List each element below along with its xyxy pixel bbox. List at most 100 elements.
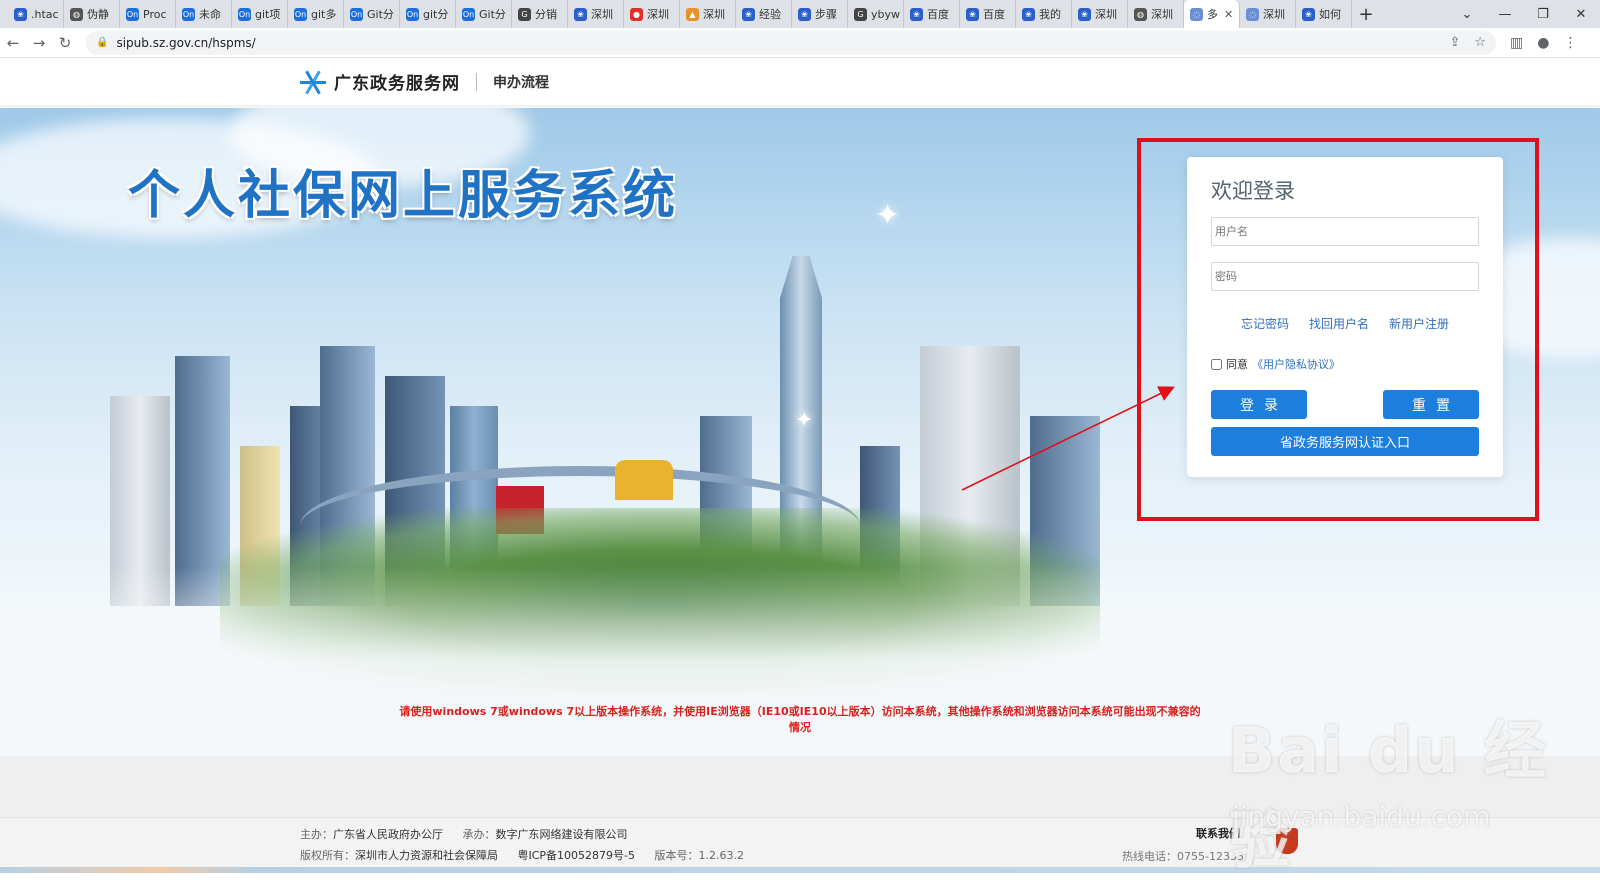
browser-tab[interactable]: Gybyw [848,0,904,28]
login-button[interactable]: 登录 [1211,390,1307,419]
browser-tab[interactable]: ◍ 伪静 [64,0,120,28]
profile-icon[interactable]: ● [1537,35,1549,51]
tab-label: 深圳 [1263,8,1285,21]
browser-tab-strip: ❀ .htac ◍ 伪静 On Proc On 未命 On git项 On git多 On Git分 On g… [0,0,1600,28]
tab-label: git项 [255,8,281,21]
tab-label: 百度 [983,8,1005,21]
register-link[interactable]: 新用户注册 [1389,315,1449,332]
site-name[interactable]: 广东政务服务网 [334,69,460,94]
hotline-label: 热线电话： [1122,850,1177,863]
browser-tab[interactable]: ◌ 多 ✕ [1184,0,1240,28]
tab-favicon-icon: ◌ [1246,7,1259,21]
gov-logo-icon [300,69,326,95]
side-panel-icon[interactable]: ▥ [1510,35,1523,51]
browser-tab[interactable]: ❀ 深圳 [568,0,624,28]
gov-auth-button[interactable]: 省政务服务网认证入口 [1211,427,1479,456]
hotline: 热线电话：0755-12333 [1122,848,1244,864]
close-window-icon[interactable]: ✕ [1562,0,1600,28]
forgot-password-link[interactable]: 忘记密码 [1241,315,1289,332]
icp-number[interactable]: 粤ICP备10052879号-5 [518,849,636,862]
privacy-checkbox[interactable] [1211,358,1222,370]
tab-label: 深圳 [591,8,613,21]
tab-label: 深圳 [647,8,669,21]
minimize-icon[interactable]: — [1486,0,1524,28]
browser-tab[interactable]: ◍ 深圳 [1128,0,1184,28]
browser-tab[interactable]: ◌ 深圳 [1240,0,1296,28]
reset-button[interactable]: 重置 [1383,390,1479,419]
baidu-watermark: Bai du 经验 [1228,714,1549,877]
sponsor-label: 主办： [300,828,333,841]
browser-tab[interactable]: G 分销 [512,0,568,28]
reload-icon[interactable]: ↻ [52,30,78,56]
tab-favicon-icon: ❀ [1022,7,1035,21]
tab-favicon-icon: On [182,7,195,21]
tab-favicon-icon: ◍ [1134,7,1147,21]
share-icon[interactable]: ⇪ [1449,35,1460,50]
browser-tab[interactable]: ● 深圳 [624,0,680,28]
tab-label: 多 [1207,8,1218,21]
sponsor: 广东省人民政府办公厅 [333,828,443,841]
privacy-policy-link[interactable]: 《用户隐私协议》 [1252,356,1340,372]
tab-search-icon[interactable]: ⌄ [1448,0,1486,28]
nav-process-link[interactable]: 申办流程 [493,72,549,92]
tab-favicon-icon: ▲ [686,7,699,21]
site-header: 广东政务服务网 申办流程 [0,58,1600,105]
tab-label: 我的 [1039,8,1061,21]
tab-favicon-icon: ❀ [910,7,923,21]
tab-favicon-icon: On [126,7,139,21]
login-card: 欢迎登录 忘记密码 找回用户名 新用户注册 同意 《用户隐私协议》 登录 重置 … [1187,157,1503,477]
address-bar[interactable]: 🔒 sipub.sz.gov.cn/hspms/ ⇪ ☆ [86,30,1496,55]
recover-username-link[interactable]: 找回用户名 [1309,315,1369,332]
lock-icon: 🔒 [96,37,109,48]
browser-tab[interactable]: On Git分 [344,0,400,28]
tab-label: 深圳 [703,8,725,21]
contractor-label: 承办： [462,828,496,841]
account-links: 忘记密码 找回用户名 新用户注册 [1211,315,1479,332]
tab-label: Git分 [367,8,394,21]
browser-tab[interactable]: On git分 [400,0,456,28]
agree-label: 同意 [1226,358,1248,371]
login-title: 欢迎登录 [1211,179,1295,203]
bookmark-star-icon[interactable]: ☆ [1474,35,1486,50]
username-input[interactable] [1211,217,1479,246]
browser-tab[interactable]: ❀ 经验 [736,0,792,28]
browser-tab[interactable]: ❀ 深圳 [1072,0,1128,28]
tab-label: Proc [143,7,167,21]
new-tab-icon[interactable]: + [1352,0,1380,28]
browser-tab[interactable]: ❀ 百度 [904,0,960,28]
tab-favicon-icon: ❀ [1302,7,1315,21]
tab-favicon-icon: G [854,7,867,21]
browser-tab[interactable]: ❀ 我的 [1016,0,1072,28]
back-icon[interactable]: ← [0,30,26,56]
browser-tab[interactable]: ❀ 步骤 [792,0,848,28]
tab-favicon-icon: ● [630,7,643,21]
copyright-owner: 深圳市人力资源和社会保障局 [355,849,498,862]
browser-tab[interactable]: ❀ 百度 [960,0,1016,28]
contractor: 数字广东网络建设有限公司 [495,828,628,841]
browser-tab[interactable]: On git项 [232,0,288,28]
browser-tab[interactable]: ▲ 深圳 [680,0,736,28]
browser-tab[interactable]: On Git分 [456,0,512,28]
tab-label: Git分 [479,8,506,21]
tab-label: .htac [31,7,59,21]
menu-kebab-icon[interactable]: ⋮ [1563,35,1577,51]
copyright-label: 版权所有： [300,849,355,862]
tab-favicon-icon: ❀ [1078,7,1091,21]
tab-favicon-icon: On [406,7,419,21]
tab-label: 百度 [927,8,949,21]
browser-tab[interactable]: ❀ .htac [8,0,64,28]
tab-favicon-icon: ❀ [966,7,979,21]
tab-label: 未命 [199,8,221,21]
browser-tab[interactable]: On 未命 [176,0,232,28]
tab-label: ybyw [871,7,900,21]
url-text: sipub.sz.gov.cn/hspms/ [116,35,256,50]
restore-icon[interactable]: ❐ [1524,0,1562,28]
forward-icon[interactable]: → [26,30,52,56]
tab-favicon-icon: ❀ [574,7,587,21]
browser-tab[interactable]: On git多 [288,0,344,28]
password-input[interactable] [1211,262,1479,291]
tab-label: 深圳 [1151,8,1173,21]
tab-close-icon[interactable]: ✕ [1224,8,1233,21]
browser-tab[interactable]: ❀ 如何 [1296,0,1352,28]
browser-tab[interactable]: On Proc [120,0,176,28]
